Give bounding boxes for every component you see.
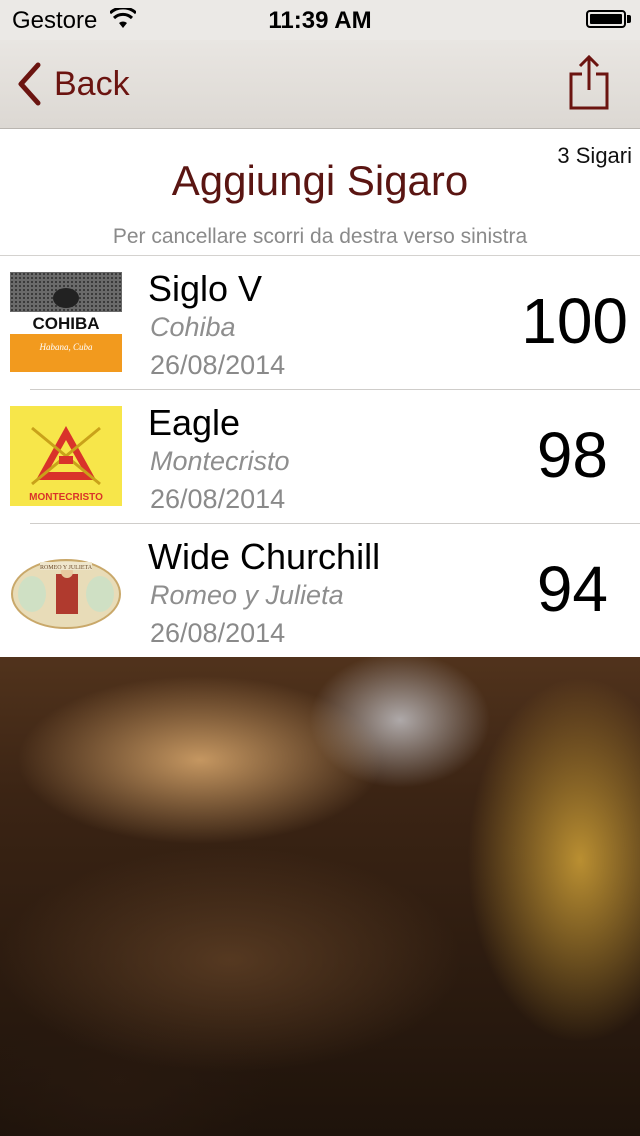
- montecristo-logo-text: MONTECRISTO: [29, 492, 103, 503]
- cohiba-logo-sub: Habana, Cuba: [38, 342, 93, 352]
- cohiba-logo-text: COHIBA: [32, 314, 99, 333]
- cigar-brand: Romeo y Julieta: [150, 580, 344, 610]
- cigar-score: 98: [536, 419, 608, 491]
- status-bar: Gestore 11:39 AM: [0, 0, 640, 40]
- cigar-name: Wide Churchill: [148, 536, 381, 577]
- battery-icon: [586, 10, 626, 28]
- cigar-list: COHIBA Habana, Cuba Siglo V Cohiba 26/08…: [0, 256, 640, 658]
- romeo-y-julieta-logo-text: ROMEO Y JULIETA: [40, 565, 93, 571]
- cigar-score: 100: [521, 285, 628, 357]
- cigar-date: 26/08/2014: [150, 618, 286, 648]
- list-item[interactable]: COHIBA Habana, Cuba Siglo V Cohiba 26/08…: [0, 256, 640, 390]
- cigar-name: Eagle: [148, 402, 241, 443]
- montecristo-logo: MONTECRISTO: [10, 406, 122, 506]
- cohiba-logo: COHIBA Habana, Cuba: [10, 272, 122, 372]
- cigar-date: 26/08/2014: [150, 484, 286, 514]
- back-label: Back: [54, 64, 130, 103]
- swipe-hint: Per cancellare scorri da destra verso si…: [112, 225, 528, 248]
- cigar-brand: Cohiba: [150, 312, 236, 342]
- battery-tip: [627, 15, 631, 23]
- back-button[interactable]: Back: [16, 62, 130, 106]
- cigar-name: Siglo V: [148, 268, 263, 309]
- cigar-date: 26/08/2014: [150, 350, 286, 380]
- add-cigar-button[interactable]: Aggiungi Sigaro: [0, 157, 640, 205]
- clock: 11:39 AM: [268, 7, 372, 34]
- list-item[interactable]: MONTECRISTO Eagle Montecristo 26/08/2014…: [0, 390, 640, 524]
- cigar-score: 94: [536, 553, 608, 625]
- cigar-panel: 3 Sigari Aggiungi Sigaro Per cancellare …: [0, 129, 640, 657]
- cigar-brand: Montecristo: [150, 446, 290, 476]
- romeo-y-julieta-logo: ROMEO Y JULIETA: [10, 540, 122, 640]
- share-icon[interactable]: [568, 54, 610, 110]
- list-item[interactable]: ROMEO Y JULIETA Wide Churchill Romeo y J…: [0, 524, 640, 658]
- chevron-left-icon: [18, 62, 41, 106]
- navigation-bar: Back: [0, 40, 640, 129]
